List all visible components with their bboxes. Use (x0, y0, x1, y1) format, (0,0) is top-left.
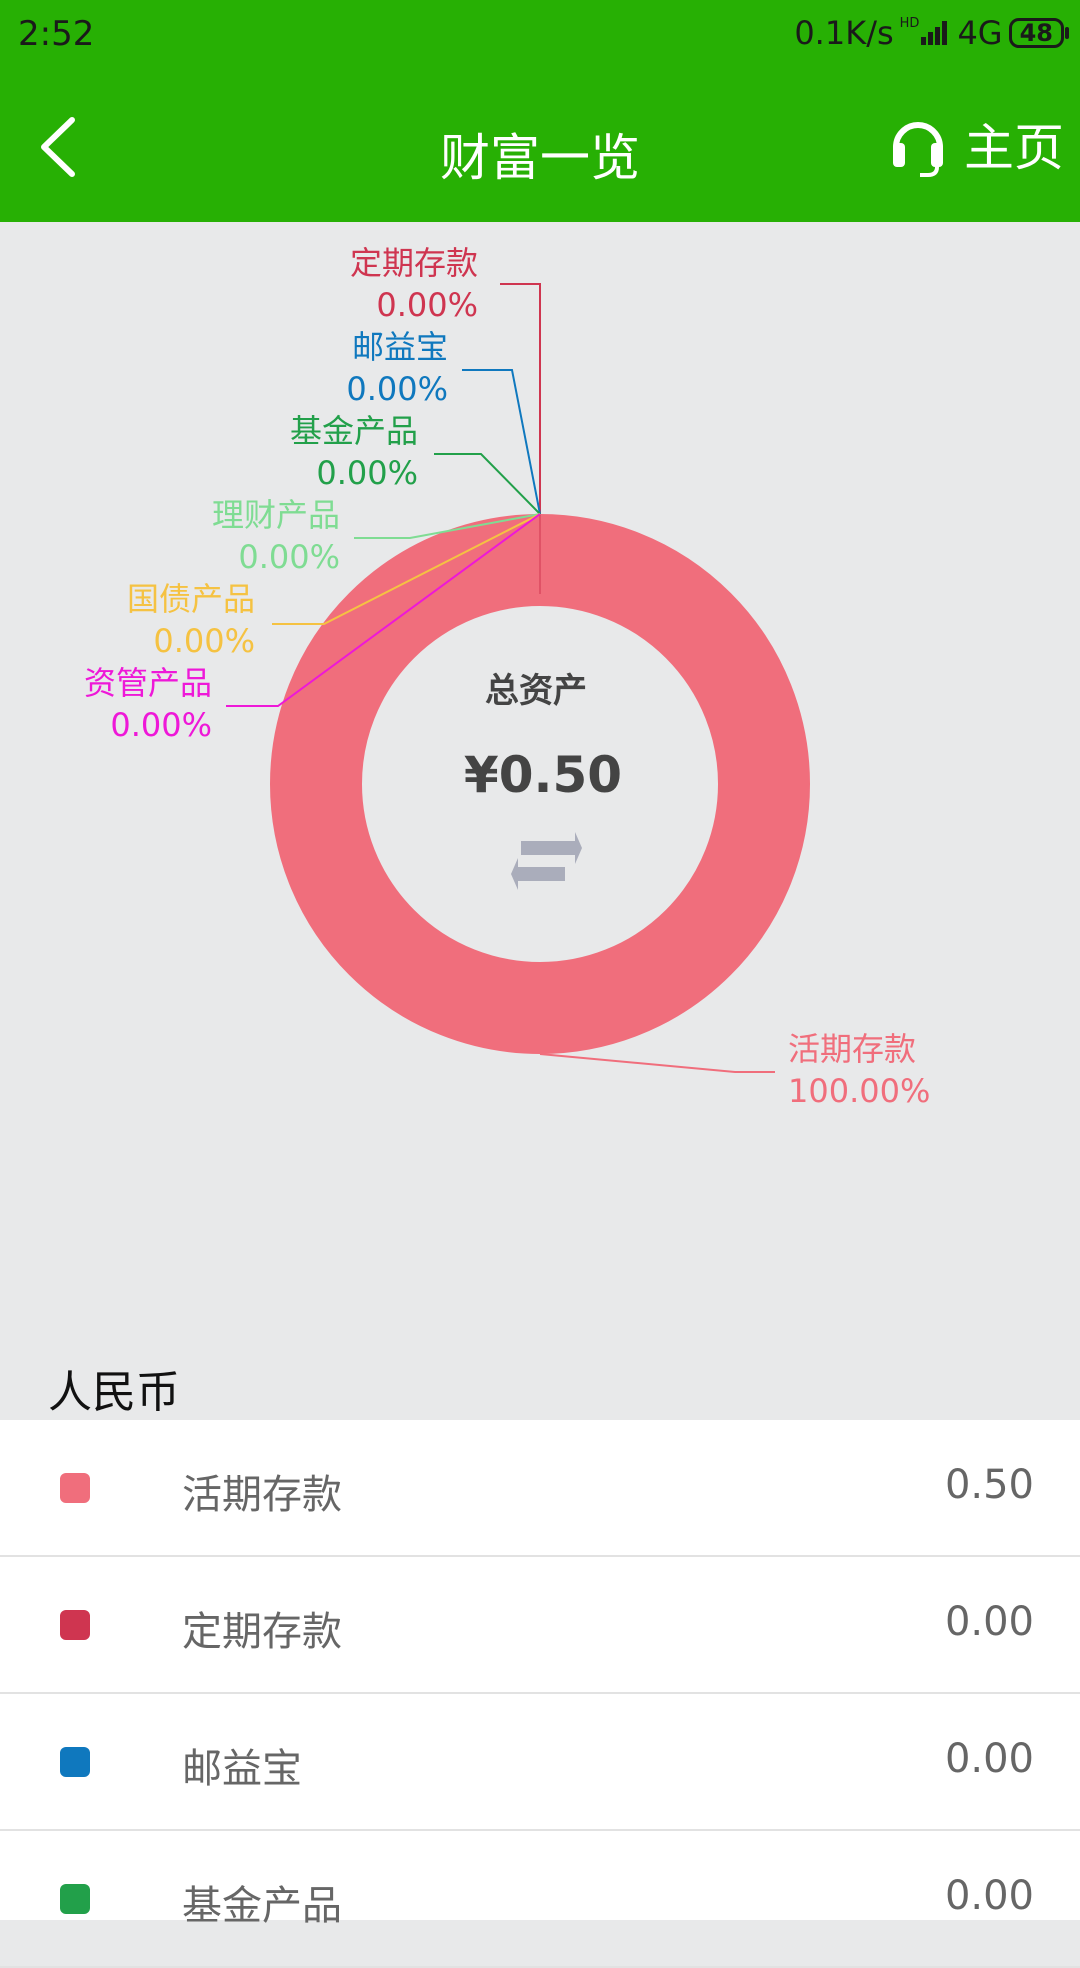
color-swatch (60, 1473, 90, 1503)
list-item-name: 活期存款 (182, 1472, 342, 1518)
list-item-value: 0.00 (944, 1873, 1034, 1919)
list-item-name: 邮益宝 (182, 1746, 302, 1792)
slice-percent-理财产品: 0.00% (238, 538, 340, 576)
list-item-value: 0.00 (944, 1599, 1034, 1645)
slice-label-邮益宝: 邮益宝 (352, 328, 448, 366)
battery-icon: 48 (1008, 18, 1070, 48)
slice-label-国债产品: 国债产品 (127, 580, 255, 618)
list-item[interactable]: 基金产品 0.00 (0, 1831, 1080, 1968)
asset-donut-chart: 定期存款 0.00% 邮益宝 0.00% 基金产品 0.00% 理财产品 0.0… (84, 244, 930, 1110)
signal-icon (921, 19, 951, 47)
hd-badge: HD (899, 15, 920, 31)
list-item-value: 0.00 (944, 1736, 1034, 1782)
total-assets-amount: ¥0.50 (464, 746, 622, 804)
color-swatch (60, 1747, 90, 1777)
slice-label-活期存款: 活期存款 (788, 1030, 916, 1068)
slice-label-基金产品: 基金产品 (290, 412, 418, 450)
home-label: 主页 (964, 119, 1064, 177)
list-item[interactable]: 定期存款 0.00 (0, 1557, 1080, 1694)
mobile-network-label: 4G (957, 14, 1003, 52)
color-swatch (60, 1610, 90, 1640)
list-item-value: 0.50 (944, 1462, 1034, 1508)
network-speed: 0.1K/s (794, 14, 894, 52)
list-item[interactable]: 活期存款 0.50 (0, 1420, 1080, 1557)
asset-list: 活期存款 0.50 定期存款 0.00 邮益宝 0.00 基金产品 0.00 (0, 1420, 1080, 1968)
slice-percent-活期存款: 100.00% (788, 1072, 930, 1110)
slice-label-资管产品: 资管产品 (84, 664, 212, 702)
list-item-name: 基金产品 (182, 1883, 342, 1929)
slice-label-理财产品: 理财产品 (212, 496, 340, 534)
leader-line-活期存款 (539, 1053, 775, 1073)
slice-percent-定期存款: 0.00% (376, 286, 478, 324)
slice-percent-国债产品: 0.00% (153, 622, 255, 660)
leader-line-邮益宝 (462, 369, 541, 515)
color-swatch (60, 1884, 90, 1914)
home-button[interactable]: 主页 (890, 108, 1064, 180)
status-time: 2:52 (18, 14, 95, 54)
list-item[interactable]: 邮益宝 0.00 (0, 1694, 1080, 1831)
list-item-name: 定期存款 (182, 1609, 342, 1655)
slice-percent-邮益宝: 0.00% (346, 370, 448, 408)
total-assets-label: 总资产 (485, 671, 587, 711)
slice-percent-资管产品: 0.00% (110, 706, 212, 744)
status-icons: 0.1K/s HD 4G 48 (794, 14, 1070, 52)
leader-line-基金产品 (434, 453, 541, 515)
currency-section-title: 人民币 (48, 1367, 180, 1418)
headset-icon (893, 122, 943, 177)
app-header: 2:52 0.1K/s HD 4G 48 财富一览 主页 (0, 0, 1080, 222)
slice-label-定期存款: 定期存款 (350, 244, 478, 282)
swap-icon[interactable] (511, 832, 582, 890)
slice-percent-基金产品: 0.00% (316, 454, 418, 492)
